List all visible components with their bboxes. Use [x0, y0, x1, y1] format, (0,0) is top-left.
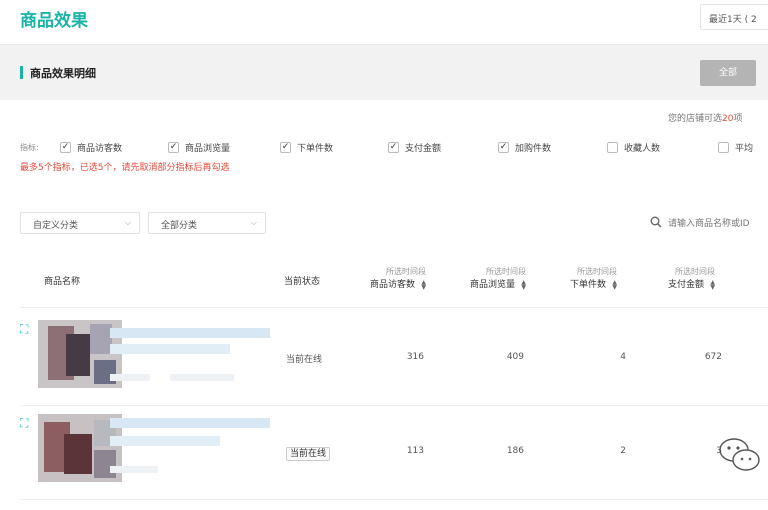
sort-icon[interactable]: ▲ ▼: [419, 279, 426, 290]
checkbox-checked[interactable]: ✓: [60, 142, 71, 153]
column-header-status: 当前状态: [284, 277, 321, 287]
metric-checkbox-visitors[interactable]: ✓ 商品访客数: [60, 141, 122, 154]
metric-warning: 最多5个指标，已选5个，请先取消部分指标后再勾选: [20, 163, 230, 173]
metric-label: 下单件数: [297, 144, 334, 154]
product-name-blurred[interactable]: [110, 436, 220, 446]
chevron-down-icon: ⌵: [250, 218, 257, 227]
metric-label: 支付金额: [405, 144, 442, 154]
checkbox-checked[interactable]: ✓: [498, 142, 509, 153]
metric-label: 收藏人数: [624, 144, 661, 154]
metric-checkbox-favorites[interactable]: 收藏人数: [607, 141, 660, 154]
metric-checkbox-orders[interactable]: ✓ 下单件数: [280, 141, 333, 154]
metrics-label: 指标:: [20, 143, 39, 152]
chevron-down-icon: ⌵: [124, 218, 131, 227]
table-row[interactable]: ⛶ 当前在线 316 409 4 672: [20, 314, 768, 406]
product-name-blurred[interactable]: [110, 344, 230, 354]
section-title: 商品效果明细: [30, 67, 96, 80]
column-header-product: 商品名称: [44, 277, 81, 287]
metric-label: 商品访客数: [77, 144, 123, 154]
orders-value: 4: [620, 352, 626, 362]
product-meta-blurred: [110, 374, 150, 381]
category-select-value: 自定义分类: [33, 221, 79, 231]
metric-checkbox-amount[interactable]: ✓ 支付金额: [388, 141, 441, 154]
product-meta-blurred: [170, 374, 234, 381]
metric-limit-number: 20: [722, 114, 734, 124]
metric-label: 商品浏览量: [185, 144, 231, 154]
amount-value: 672: [704, 352, 722, 362]
status-text: 当前在线: [286, 355, 323, 365]
section-marker: [20, 66, 23, 79]
pageviews-value: 186: [506, 446, 524, 456]
product-meta-blurred: [110, 466, 158, 473]
top-bar: 商品效果 最近1天 ( 2: [0, 0, 768, 44]
metric-checkbox-cart[interactable]: ✓ 加购件数: [498, 141, 551, 154]
product-type-icon: ⛶: [20, 416, 29, 430]
product-name-blurred[interactable]: [110, 328, 270, 338]
status-select[interactable]: 全部分类 ⌵: [148, 212, 266, 234]
sort-icon[interactable]: ▲ ▼: [708, 279, 715, 290]
metric-checkbox-average[interactable]: 平均: [718, 141, 753, 154]
wechat-watermark-icon: [719, 438, 760, 471]
checkbox-unchecked[interactable]: [718, 142, 729, 153]
all-button[interactable]: 全部: [700, 60, 756, 86]
pageviews-value: 409: [506, 352, 524, 362]
metric-limit-text: 您的店铺可选20项: [668, 111, 742, 124]
metric-limit-prefix: 您的店铺可选: [668, 114, 723, 124]
metric-label: 加购件数: [515, 144, 552, 154]
table-header: 商品名称 当前状态 所选时间段 商品访客数 ▲ ▼ 所选时间段 商品浏览量 ▲ ▼ 所选…: [20, 256, 768, 308]
sort-icon[interactable]: ▲ ▼: [610, 279, 617, 290]
column-header-amount[interactable]: 所选时间段 支付金额 ▲ ▼: [668, 266, 715, 290]
checkbox-checked[interactable]: ✓: [280, 142, 291, 153]
section-header: 商品效果明细 全部: [0, 44, 768, 100]
sort-icon[interactable]: ▲ ▼: [519, 279, 526, 290]
metric-limit-suffix: 项: [733, 114, 743, 124]
visitors-value: 316: [406, 352, 424, 362]
column-header-visitors[interactable]: 所选时间段 商品访客数 ▲ ▼: [370, 266, 426, 290]
status-tag: 当前在线: [286, 447, 331, 461]
search-input[interactable]: [668, 214, 768, 234]
metric-label: 平均: [735, 144, 754, 154]
date-range-select[interactable]: 最近1天 ( 2: [700, 4, 768, 30]
column-header-pageviews[interactable]: 所选时间段 商品浏览量 ▲ ▼: [470, 266, 526, 290]
checkbox-checked[interactable]: ✓: [388, 142, 399, 153]
status-cell: 当前在线: [286, 446, 331, 461]
checkbox-checked[interactable]: ✓: [168, 142, 179, 153]
visitors-value: 113: [406, 446, 424, 456]
metric-checkbox-pageviews[interactable]: ✓ 商品浏览量: [168, 141, 230, 154]
search-icon[interactable]: [650, 216, 662, 228]
status-select-value: 全部分类: [161, 221, 198, 231]
page-title: 商品效果: [20, 11, 88, 31]
column-header-orders[interactable]: 所选时间段 下单件数 ▲ ▼: [570, 266, 617, 290]
product-name-blurred[interactable]: [110, 418, 270, 428]
product-type-icon: ⛶: [20, 322, 29, 336]
orders-value: 2: [620, 446, 626, 456]
table-row[interactable]: ⛶ 当前在线 113 186 2 3: [20, 408, 768, 500]
category-select[interactable]: 自定义分类 ⌵: [20, 212, 140, 234]
checkbox-unchecked[interactable]: [607, 142, 618, 153]
